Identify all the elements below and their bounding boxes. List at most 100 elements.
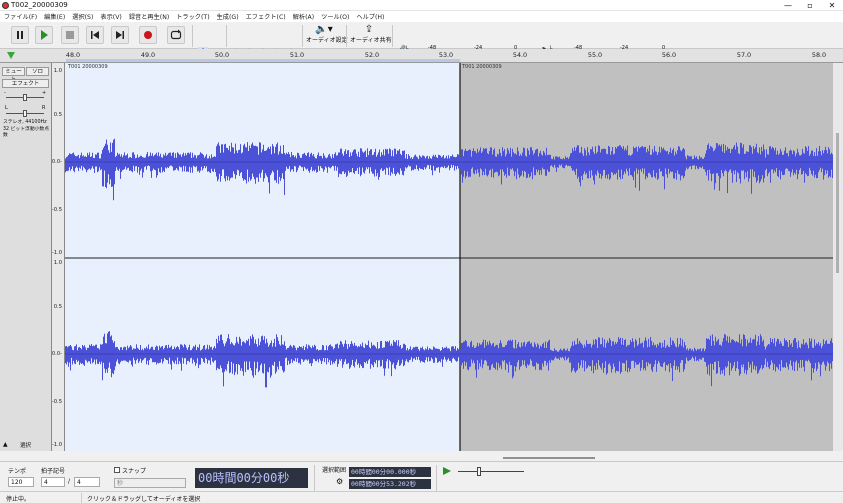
track-format-info: ステレオ, 44100Hz 32 ビット浮動小数点数 bbox=[3, 120, 50, 138]
selection-range-label: 選択範囲 bbox=[322, 467, 347, 474]
toolbar-separator bbox=[436, 465, 437, 491]
menu-generate[interactable]: 生成(G) bbox=[217, 12, 239, 21]
timeline-tick-label: 57.0 bbox=[736, 51, 752, 59]
menu-view[interactable]: 表示(V) bbox=[100, 12, 121, 21]
vertical-scrollbar[interactable] bbox=[833, 63, 843, 451]
menu-transport[interactable]: 録音と再生(N) bbox=[129, 12, 169, 21]
status-bar: 停止中。 クリック＆ドラッグしてオーディオを選択 bbox=[0, 491, 843, 503]
mute-button[interactable]: ミュート bbox=[2, 67, 25, 83]
selection-start-time[interactable]: 00時間00分00.000秒 bbox=[349, 467, 431, 477]
horizontal-scroll-thumb[interactable] bbox=[503, 457, 595, 459]
status-hint: クリック＆ドラッグしてオーディオを選択 bbox=[87, 496, 201, 503]
timeline-tick-label: 52.0 bbox=[364, 51, 380, 59]
menu-effect[interactable]: エフェクト(C) bbox=[246, 12, 286, 21]
status-text: 停止中。 bbox=[6, 496, 31, 503]
timeline-ruler[interactable]: 48.0 49.0 50.0 51.0 52.0 53.0 54.0 55.0 … bbox=[0, 49, 843, 63]
menu-help[interactable]: ヘルプ(H) bbox=[356, 12, 384, 21]
skip-start-icon bbox=[91, 31, 99, 39]
timeline-tick-label: 49.0 bbox=[140, 51, 156, 59]
share-audio-button[interactable]: ⇪ オーディオ共有 bbox=[350, 24, 392, 48]
snap-select[interactable]: 秒 bbox=[114, 478, 186, 488]
collapse-icon[interactable]: ▲ bbox=[3, 441, 8, 448]
audio-setup-button[interactable]: 🔈▾ オーディオ設定 bbox=[306, 24, 348, 48]
pan-slider-thumb[interactable] bbox=[23, 110, 27, 117]
time-signature-denominator[interactable]: 4 bbox=[74, 477, 100, 487]
play-button[interactable] bbox=[35, 26, 53, 44]
menu-tracks[interactable]: トラック(T) bbox=[176, 12, 209, 21]
selection-range-bar bbox=[66, 59, 460, 62]
menu-file[interactable]: ファイル(F) bbox=[4, 12, 37, 21]
close-icon[interactable]: ✕ bbox=[821, 0, 843, 11]
pause-icon bbox=[17, 31, 23, 39]
amplitude-scale[interactable]: 1.0 0.5 0.0- -0.5 -1.0 1.0 0.5 0.0- -0.5… bbox=[52, 63, 65, 451]
skip-end-icon bbox=[116, 31, 124, 39]
snap-checkbox[interactable] bbox=[114, 467, 120, 473]
play-speed-slider-track bbox=[458, 471, 524, 472]
waveform-canvas[interactable]: T001 20000309 T001 20000309 bbox=[65, 63, 833, 451]
scale-label: 1.0 bbox=[53, 68, 62, 74]
track-control-panel: ミュート ソロ エフェクト - + L R ステレオ, 44100Hz 32 ビ… bbox=[0, 63, 52, 451]
gain-slider-thumb[interactable] bbox=[23, 94, 27, 101]
play-icon bbox=[41, 30, 48, 40]
scale-label: 0.5 bbox=[53, 112, 62, 118]
timeline-tick-label: 48.0 bbox=[65, 51, 81, 59]
time-signature-label: 拍子記号 bbox=[41, 468, 66, 475]
menu-select[interactable]: 選択(S) bbox=[72, 12, 93, 21]
scale-label: 0.5 bbox=[53, 304, 62, 310]
share-audio-label: オーディオ共有 bbox=[350, 37, 392, 44]
play-at-speed-icon[interactable] bbox=[442, 466, 452, 476]
unselected-region bbox=[460, 63, 833, 451]
menu-edit[interactable]: 編集(E) bbox=[44, 12, 65, 21]
pan-l-label: L bbox=[5, 105, 8, 111]
pin-icon[interactable] bbox=[6, 51, 16, 60]
scale-label: -1.0 bbox=[51, 442, 62, 448]
vertical-scroll-thumb[interactable] bbox=[836, 133, 839, 273]
timeline-tick-label: 50.0 bbox=[214, 51, 230, 59]
menu-tools[interactable]: ツール(O) bbox=[321, 12, 349, 21]
pause-button[interactable] bbox=[11, 26, 29, 44]
time-signature-separator: / bbox=[68, 478, 71, 485]
select-track-button[interactable]: 選択 bbox=[20, 441, 31, 449]
clip-name-right[interactable]: T001 20000309 bbox=[461, 64, 502, 70]
gain-plus-label: + bbox=[42, 90, 47, 96]
minimize-icon[interactable]: — bbox=[777, 0, 799, 11]
stop-button[interactable] bbox=[61, 26, 79, 44]
clip-name-left[interactable]: T001 20000309 bbox=[67, 64, 108, 70]
scale-label: 1.0 bbox=[53, 260, 62, 266]
scale-label: 0.0- bbox=[51, 159, 62, 165]
timeline-tick-label: 58.0 bbox=[811, 51, 827, 59]
time-display[interactable]: 00時間00分00秒 bbox=[195, 468, 308, 488]
solo-button[interactable]: ソロ bbox=[26, 67, 49, 76]
timeline-tick-label: 54.0 bbox=[512, 51, 528, 59]
play-speed-slider-thumb[interactable] bbox=[477, 467, 481, 476]
timeline-tick-label: 55.0 bbox=[587, 51, 603, 59]
app-icon bbox=[2, 2, 9, 9]
timeline-tick-label: 53.0 bbox=[438, 51, 454, 59]
menu-bar: ファイル(F) 編集(E) 選択(S) 表示(V) 録音と再生(N) トラック(… bbox=[0, 11, 843, 22]
loop-button[interactable] bbox=[167, 26, 185, 44]
horizontal-scrollbar[interactable] bbox=[0, 451, 843, 461]
pan-r-label: R bbox=[42, 105, 46, 111]
toolbar-separator bbox=[346, 25, 347, 47]
loop-icon bbox=[170, 29, 182, 40]
time-signature-numerator[interactable]: 4 bbox=[41, 477, 65, 487]
timeline-tick-label: 51.0 bbox=[289, 51, 305, 59]
maximize-icon[interactable]: ▫ bbox=[799, 0, 821, 11]
menu-analyze[interactable]: 解析(A) bbox=[293, 12, 314, 21]
snap-label: スナップ bbox=[122, 468, 147, 475]
selected-region bbox=[65, 63, 460, 451]
effects-button[interactable]: エフェクト bbox=[2, 79, 49, 88]
stop-icon bbox=[66, 31, 74, 39]
skip-start-button[interactable] bbox=[86, 26, 104, 44]
skip-end-button[interactable] bbox=[111, 26, 129, 44]
waveform-area[interactable]: T001 20000309 T001 20000309 bbox=[65, 63, 833, 451]
share-icon: ⇪ bbox=[364, 24, 374, 35]
tempo-label: テンポ bbox=[8, 468, 27, 475]
tempo-input[interactable]: 120 bbox=[8, 477, 34, 487]
settings-gear-icon[interactable]: ⚙ bbox=[336, 477, 343, 486]
scale-label: 0.0- bbox=[51, 351, 62, 357]
record-button[interactable] bbox=[139, 26, 157, 44]
gain-minus-label: - bbox=[4, 90, 6, 96]
window-title: T002_20000309 bbox=[11, 1, 68, 9]
selection-end-time[interactable]: 00時間00分53.202秒 bbox=[349, 479, 431, 489]
